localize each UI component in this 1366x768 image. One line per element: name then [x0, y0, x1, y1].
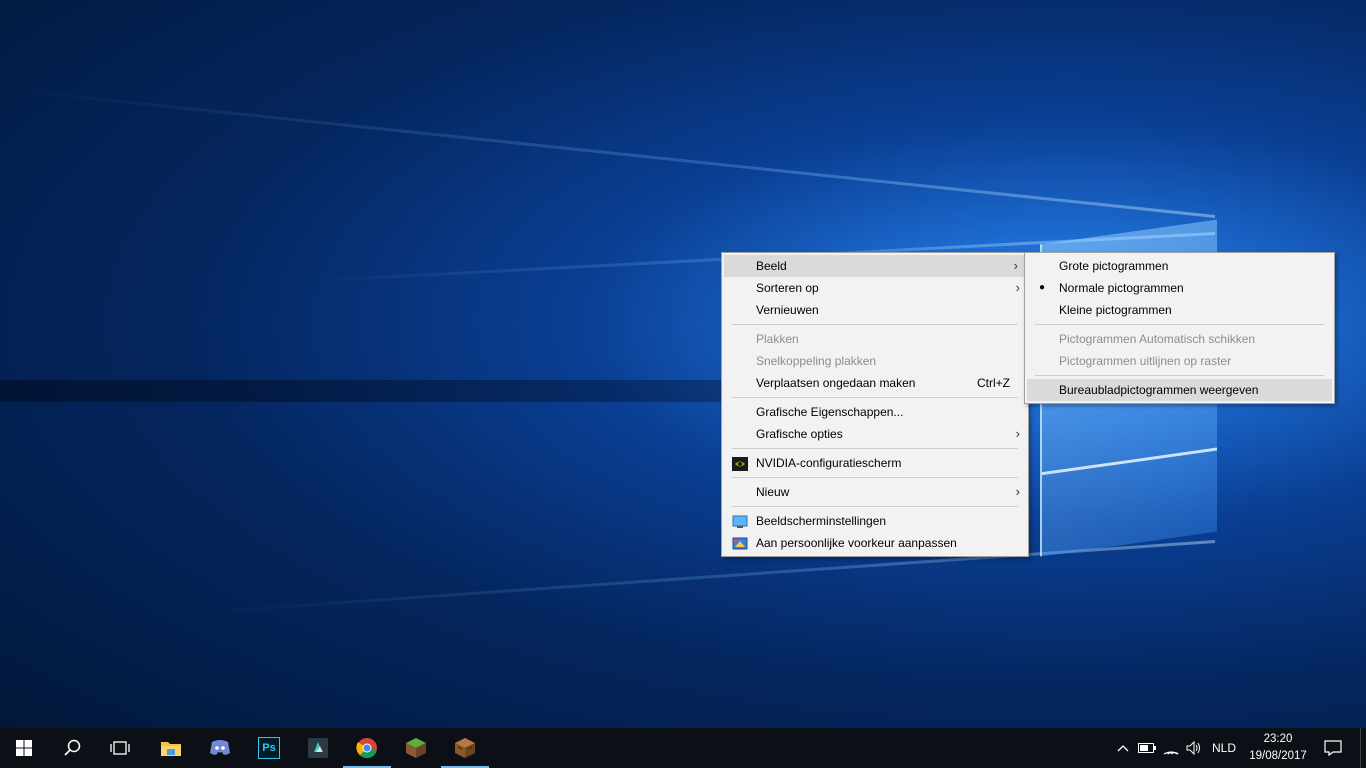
- chevron-right-icon: ›: [1013, 258, 1018, 273]
- file-explorer-icon[interactable]: [147, 728, 195, 768]
- chrome-icon[interactable]: [343, 728, 391, 768]
- menu-item-sorteren-op[interactable]: Sorteren op ›: [722, 277, 1028, 299]
- start-icon[interactable]: [0, 728, 48, 768]
- volume-icon[interactable]: [1183, 728, 1205, 768]
- menu-separator: [732, 397, 1018, 398]
- battery-icon[interactable]: [1136, 728, 1158, 768]
- menu-item-verplaatsen-ongedaan[interactable]: Verplaatsen ongedaan maken Ctrl+Z: [722, 372, 1028, 394]
- crafting-table-icon[interactable]: [441, 728, 489, 768]
- menu-separator: [732, 506, 1018, 507]
- chevron-right-icon: ›: [1015, 426, 1020, 441]
- submenu-item-automatisch-schikken[interactable]: Pictogrammen Automatisch schikken: [1025, 328, 1334, 350]
- task-view-icon[interactable]: [96, 728, 144, 768]
- menu-item-snelkoppeling-plakken[interactable]: Snelkoppeling plakken: [722, 350, 1028, 372]
- submenu-item-bureaubladpictogrammen-weergeven[interactable]: Bureaubladpictogrammen weergeven: [1027, 379, 1332, 401]
- menu-separator: [1035, 375, 1324, 376]
- clock-date: 19/08/2017: [1249, 750, 1307, 762]
- discord-icon[interactable]: [196, 728, 244, 768]
- chevron-right-icon: ›: [1015, 484, 1020, 499]
- light-beam: [6, 88, 1216, 218]
- menu-item-nvidia[interactable]: NVIDIA-configuratiescherm: [722, 452, 1028, 474]
- menu-item-beeldscherminstellingen[interactable]: Beeldscherminstellingen: [722, 510, 1028, 532]
- filmora-icon[interactable]: [294, 728, 342, 768]
- photoshop-icon[interactable]: Ps: [245, 728, 293, 768]
- menu-item-plakken[interactable]: Plakken: [722, 328, 1028, 350]
- radio-bullet-icon: ●: [1039, 282, 1046, 293]
- menu-item-grafische-eigenschappen[interactable]: Grafische Eigenschappen...: [722, 401, 1028, 423]
- clock-time: 23:20: [1263, 733, 1293, 745]
- shortcut-label: Ctrl+Z: [977, 376, 1010, 390]
- menu-separator: [732, 324, 1018, 325]
- menu-separator: [1035, 324, 1324, 325]
- clock[interactable]: 23:20 19/08/2017: [1244, 728, 1312, 768]
- beeld-submenu: Grote pictogrammen ● Normale pictogrammen…: [1024, 252, 1335, 404]
- menu-item-grafische-opties[interactable]: Grafische opties ›: [722, 423, 1028, 445]
- desktop-context-menu: Beeld › Sorteren op › Vernieuwen Plakken S…: [721, 252, 1029, 557]
- wifi-icon[interactable]: [1160, 728, 1182, 768]
- nvidia-icon: [732, 456, 748, 471]
- photoshop-label: Ps: [258, 737, 280, 759]
- show-hidden-icons[interactable]: [1112, 728, 1134, 768]
- menu-separator: [732, 448, 1018, 449]
- action-center-icon[interactable]: [1316, 728, 1350, 768]
- display-icon: [732, 514, 748, 528]
- menu-item-vernieuwen[interactable]: Vernieuwen: [722, 299, 1028, 321]
- taskbar: Ps NLD 23:20 19/08/2017: [0, 728, 1366, 768]
- chevron-right-icon: ›: [1015, 280, 1020, 295]
- submenu-item-uitlijnen-op-raster[interactable]: Pictogrammen uitlijnen op raster: [1025, 350, 1334, 372]
- show-desktop-button[interactable]: [1360, 728, 1366, 768]
- language-indicator[interactable]: NLD: [1208, 728, 1240, 768]
- menu-item-nieuw[interactable]: Nieuw ›: [722, 481, 1028, 503]
- menu-item-persoonlijke-voorkeur[interactable]: Aan persoonlijke voorkeur aanpassen: [722, 532, 1028, 554]
- submenu-item-grote-pictogrammen[interactable]: Grote pictogrammen: [1025, 255, 1334, 277]
- menu-item-beeld[interactable]: Beeld ›: [724, 255, 1026, 277]
- submenu-item-kleine-pictogrammen[interactable]: Kleine pictogrammen: [1025, 299, 1334, 321]
- menu-separator: [732, 477, 1018, 478]
- search-icon[interactable]: [48, 728, 96, 768]
- personalize-icon: [732, 536, 748, 550]
- submenu-item-normale-pictogrammen[interactable]: ● Normale pictogrammen: [1025, 277, 1334, 299]
- minecraft-icon[interactable]: [392, 728, 440, 768]
